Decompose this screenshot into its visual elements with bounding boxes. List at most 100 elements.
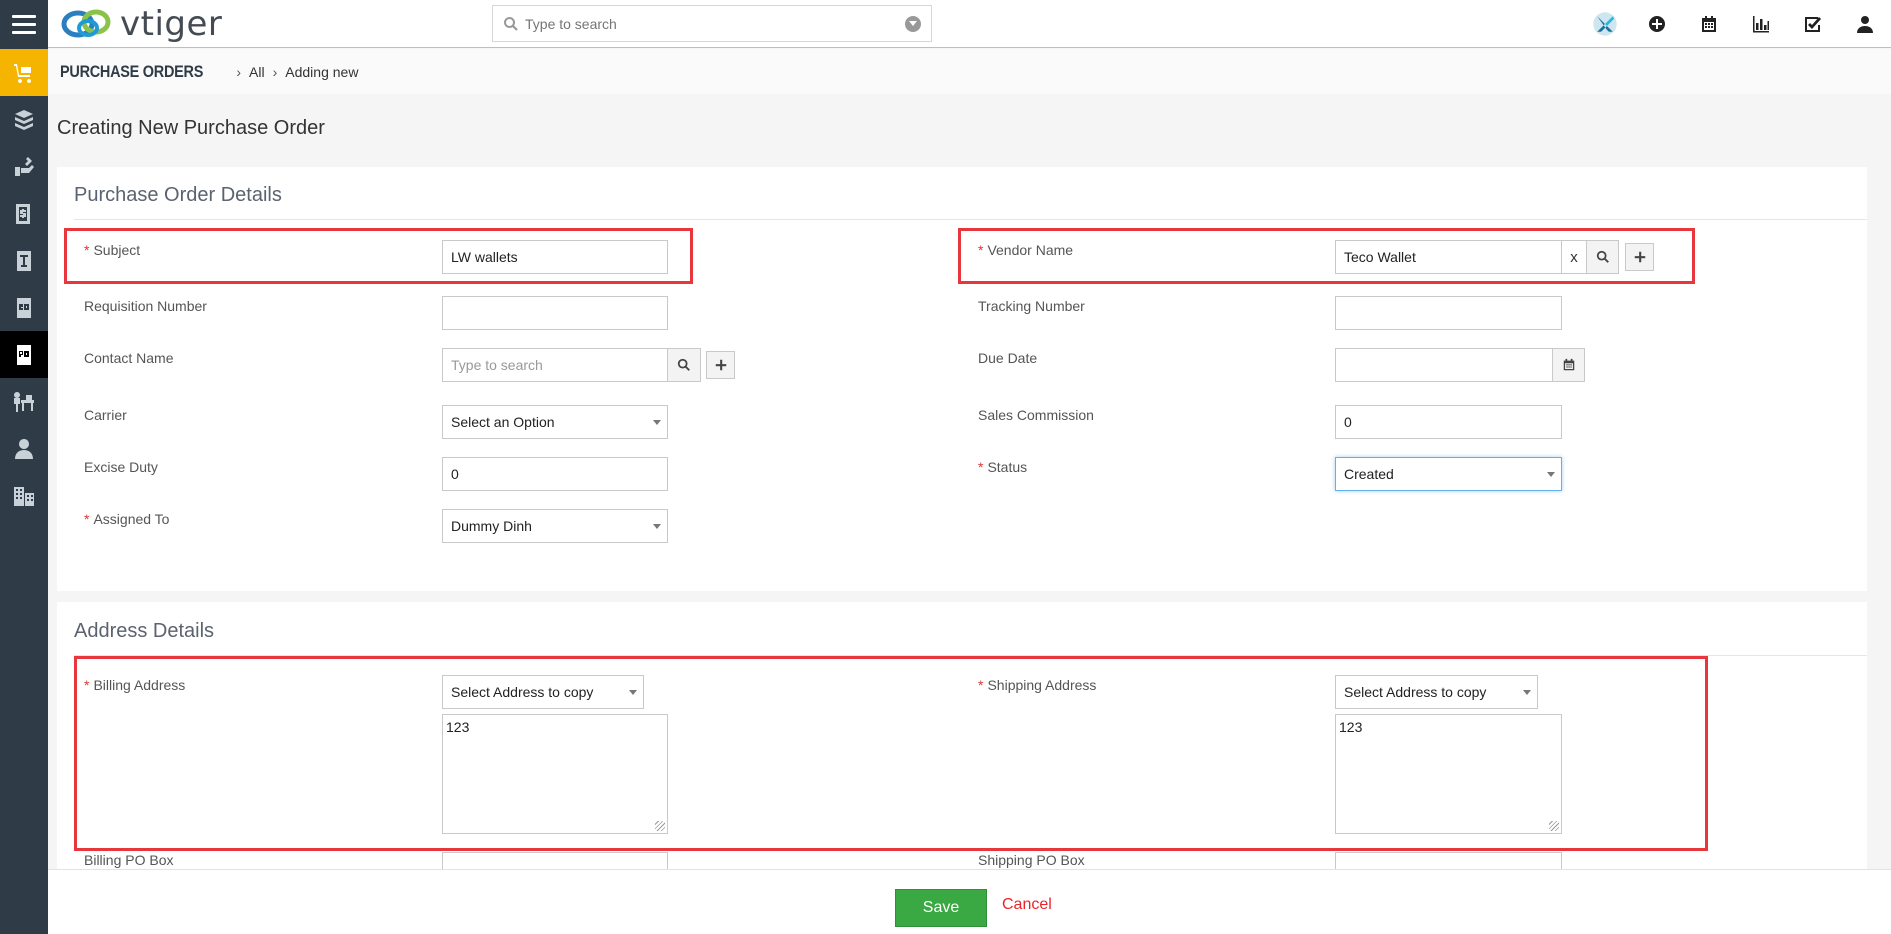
person-icon bbox=[15, 438, 33, 459]
requisition-number-label: Requisition Number bbox=[84, 298, 207, 314]
section-title: Address Details bbox=[74, 620, 215, 642]
sales-order-icon bbox=[17, 297, 31, 318]
vtiger-logo[interactable]: vtiger bbox=[60, 2, 222, 46]
carrier-label: Carrier bbox=[84, 407, 127, 423]
hamburger-menu-button[interactable] bbox=[0, 0, 48, 48]
purchase-order-details-panel: Purchase Order Details * Subject LW walle… bbox=[57, 167, 1867, 591]
user-icon bbox=[1857, 16, 1873, 33]
sidebar-item-products[interactable] bbox=[0, 96, 48, 143]
breadcrumb: PURCHASE ORDERS › All › Adding new bbox=[48, 49, 1891, 94]
reports-button[interactable] bbox=[1735, 0, 1787, 48]
resize-grip-icon[interactable] bbox=[1549, 821, 1559, 831]
due-date-input[interactable] bbox=[1335, 348, 1553, 382]
search-icon bbox=[504, 17, 518, 31]
status-select[interactable]: Created bbox=[1335, 457, 1562, 491]
save-button[interactable]: Save bbox=[895, 889, 987, 927]
vendor-icon bbox=[14, 391, 34, 412]
shipping-copy-selected-value: Select Address to copy bbox=[1344, 684, 1487, 700]
breadcrumb-current: Adding new bbox=[285, 63, 359, 80]
top-actions bbox=[1579, 0, 1891, 48]
billing-address-textarea[interactable]: 123 bbox=[442, 714, 668, 834]
section-divider bbox=[74, 655, 1867, 656]
sidebar-item-organizations[interactable] bbox=[0, 472, 48, 519]
page-title: Creating New Purchase Order bbox=[57, 117, 325, 139]
shipping-address-textarea[interactable]: 123 bbox=[1335, 714, 1562, 834]
requisition-number-input[interactable] bbox=[442, 296, 668, 330]
calendar-button[interactable] bbox=[1683, 0, 1735, 48]
tracking-number-label: Tracking Number bbox=[978, 298, 1085, 314]
invoice-icon bbox=[17, 250, 31, 271]
sidebar-item-vendors[interactable] bbox=[0, 378, 48, 425]
vendor-add-button[interactable] bbox=[1625, 243, 1654, 271]
sidebar-item-purchase-order[interactable] bbox=[0, 331, 48, 378]
resize-grip-icon[interactable] bbox=[655, 821, 665, 831]
shipping-address-label: * Shipping Address bbox=[978, 677, 1097, 693]
clear-vendor-button[interactable]: x bbox=[1562, 240, 1586, 274]
sales-commission-input[interactable]: 0 bbox=[1335, 405, 1562, 439]
calendar-icon bbox=[1563, 358, 1574, 371]
tasks-button[interactable] bbox=[1787, 0, 1839, 48]
shipping-address-copy-select[interactable]: Select Address to copy bbox=[1335, 675, 1538, 709]
cancel-link[interactable]: Cancel bbox=[1002, 896, 1052, 914]
carrier-selected-value: Select an Option bbox=[451, 414, 555, 430]
vendor-name-input[interactable]: Teco Wallet bbox=[1335, 240, 1562, 274]
due-date-label: Due Date bbox=[978, 350, 1038, 366]
status-label: * Status bbox=[978, 459, 1028, 475]
logo-text: vtiger bbox=[120, 4, 223, 44]
section-divider bbox=[74, 219, 1867, 220]
due-date-picker-button[interactable] bbox=[1552, 348, 1585, 382]
plus-icon bbox=[715, 359, 726, 371]
sidebar bbox=[0, 0, 48, 934]
app-switcher-button[interactable] bbox=[1579, 0, 1631, 48]
form-footer: Save Cancel bbox=[48, 869, 1891, 934]
assigned-to-select[interactable]: Dummy Dinh bbox=[442, 509, 668, 543]
sidebar-item-contacts[interactable] bbox=[0, 425, 48, 472]
vendor-search-button[interactable] bbox=[1586, 240, 1619, 274]
shipping-po-box-label: Shipping PO Box bbox=[978, 852, 1085, 868]
quick-create-button[interactable] bbox=[1631, 0, 1683, 48]
user-profile-button[interactable] bbox=[1839, 0, 1891, 48]
bar-chart-icon bbox=[1753, 16, 1769, 33]
carrier-select[interactable]: Select an Option bbox=[442, 405, 668, 439]
excise-duty-label: Excise Duty bbox=[84, 459, 158, 475]
global-search-input[interactable] bbox=[525, 12, 895, 36]
boxes-icon bbox=[15, 109, 33, 130]
address-details-panel: Address Details * Billing Address Select … bbox=[57, 602, 1867, 886]
sidebar-item-price-books[interactable] bbox=[0, 190, 48, 237]
subject-input[interactable]: LW wallets bbox=[442, 240, 668, 274]
excise-duty-input[interactable]: 0 bbox=[442, 457, 668, 491]
contact-search-button[interactable] bbox=[667, 348, 701, 382]
tracking-number-input[interactable] bbox=[1335, 296, 1562, 330]
billing-address-copy-select[interactable]: Select Address to copy bbox=[442, 675, 644, 709]
billing-po-box-label: Billing PO Box bbox=[84, 852, 174, 868]
top-bar: vtiger bbox=[48, 0, 1891, 48]
building-icon bbox=[14, 486, 34, 506]
price-book-icon bbox=[16, 203, 30, 224]
sidebar-item-invoice[interactable] bbox=[0, 237, 48, 284]
shipping-address-value: 123 bbox=[1339, 719, 1363, 735]
plus-circle-icon bbox=[1649, 16, 1665, 32]
logo-icon bbox=[61, 9, 111, 38]
global-search[interactable] bbox=[492, 5, 932, 42]
hand-tool-icon bbox=[15, 156, 34, 176]
chevron-right-icon: › bbox=[236, 63, 242, 80]
plus-icon bbox=[1634, 251, 1645, 263]
breadcrumb-module[interactable]: PURCHASE ORDERS bbox=[60, 62, 203, 82]
chevron-down-icon bbox=[653, 524, 661, 529]
chevron-down-icon bbox=[1523, 690, 1531, 695]
contact-name-input[interactable]: Type to search bbox=[442, 348, 668, 382]
sidebar-item-services[interactable] bbox=[0, 143, 48, 190]
search-options-icon[interactable] bbox=[905, 16, 921, 32]
chevron-down-icon bbox=[653, 420, 661, 425]
contact-add-button[interactable] bbox=[706, 351, 735, 379]
subject-label: * Subject bbox=[84, 242, 141, 258]
section-title: Purchase Order Details bbox=[74, 184, 282, 206]
chevron-down-icon bbox=[629, 690, 637, 695]
calendar-icon bbox=[1702, 16, 1716, 32]
sidebar-item-sales-order[interactable] bbox=[0, 284, 48, 331]
breadcrumb-all[interactable]: All bbox=[249, 64, 265, 80]
contact-name-label: Contact Name bbox=[84, 350, 174, 366]
checkbox-icon bbox=[1805, 17, 1821, 32]
sidebar-item-inventory[interactable] bbox=[0, 49, 48, 96]
billing-copy-selected-value: Select Address to copy bbox=[451, 684, 594, 700]
